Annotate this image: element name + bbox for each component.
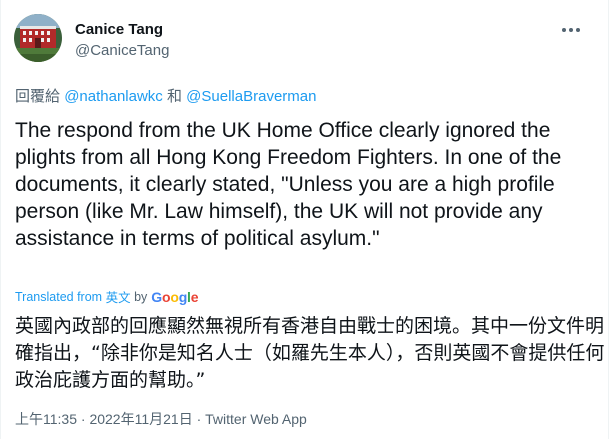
more-horizontal-icon [576, 28, 580, 32]
translated-language[interactable]: 英文 [106, 287, 131, 306]
google-logo: Google [151, 288, 199, 305]
more-options-button[interactable] [559, 20, 583, 40]
translated-from-label[interactable]: Translated from [15, 290, 102, 304]
mention-link-nathanlawkc[interactable]: @nathanlawkc [64, 88, 163, 105]
mention-link-suellabraverman[interactable]: @SuellaBraverman [186, 88, 316, 105]
tweet-metadata: 上午11:35 · 2022年11月21日 · Twitter Web App [15, 409, 307, 429]
reply-context: 回覆給 @nathanlawkc 和 @SuellaBraverman [15, 85, 316, 106]
tweet-text: The respond from the UK Home Office clea… [15, 119, 562, 250]
more-horizontal-icon [562, 28, 566, 32]
reply-prefix: 回覆給 [15, 88, 61, 105]
translation-attribution: Translated from 英文 by Google [15, 287, 199, 306]
translated-by-label: by [134, 289, 148, 304]
avatar[interactable] [14, 14, 62, 62]
tweet-card: Canice Tang @CaniceTang 回覆給 @nathanlawkc… [0, 0, 609, 439]
author-display-name[interactable]: Canice Tang [75, 21, 163, 38]
tweet-source[interactable]: Twitter Web App [205, 411, 307, 427]
avatar-image [14, 14, 62, 62]
author-handle[interactable]: @CaniceTang [75, 42, 169, 59]
tweet-time[interactable]: 上午11:35 · 2022年11月21日 [15, 411, 193, 427]
reply-conjunction: 和 [166, 88, 182, 105]
meta-separator: · [196, 411, 202, 427]
more-horizontal-icon [569, 28, 573, 32]
translated-text: 英國內政部的回應顯然無視所有香港自由戰士的困境。其中一份文件明確指出，“除非你是… [15, 315, 605, 391]
